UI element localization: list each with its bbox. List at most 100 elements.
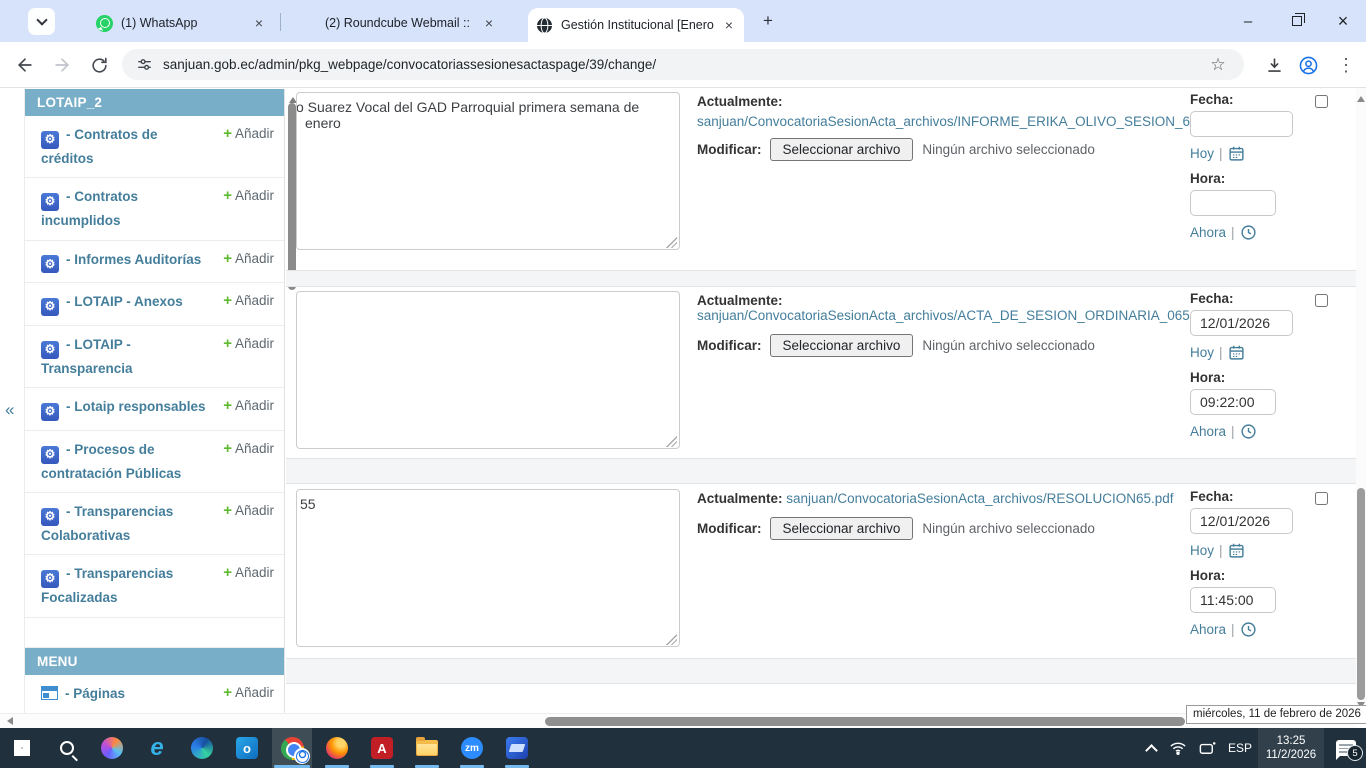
- hoy-link[interactable]: Hoy: [1190, 345, 1214, 360]
- current-file-link[interactable]: sanjuan/ConvocatoriaSesionActa_archivos/…: [697, 308, 1212, 323]
- description-textarea[interactable]: 55: [296, 489, 680, 647]
- calendar-icon[interactable]: [1228, 145, 1245, 162]
- reload-button[interactable]: [87, 53, 111, 77]
- sidebar-item-lotaip-transparencia[interactable]: ⚙- LOTAIP - Transparencia +Añadir: [25, 326, 284, 388]
- add-link[interactable]: +Añadir: [223, 125, 274, 142]
- clock-icon[interactable]: [1240, 423, 1257, 440]
- horizontal-scrollbar[interactable]: [0, 713, 1356, 728]
- taskbar-ie-button[interactable]: e: [137, 728, 177, 768]
- restore-button[interactable]: [1274, 0, 1320, 42]
- row-checkbox[interactable]: [1315, 492, 1328, 505]
- hora-input[interactable]: [1190, 587, 1276, 613]
- add-link[interactable]: +Añadir: [223, 335, 274, 352]
- taskbar-zoom-button[interactable]: zm: [452, 728, 492, 768]
- current-file-link[interactable]: sanjuan/ConvocatoriaSesionActa_archivos/…: [697, 114, 1220, 129]
- sidebar-collapse-toggle[interactable]: «: [5, 400, 14, 420]
- sidebar-item-contratos-incumplidos[interactable]: ⚙- Contratos incumplidos +Añadir: [25, 178, 284, 240]
- back-button[interactable]: [13, 53, 37, 77]
- tray-capture-button[interactable]: [1192, 728, 1222, 768]
- url-text[interactable]: sanjuan.gob.ec/admin/pkg_webpage/convoca…: [163, 57, 656, 72]
- tab-search-button[interactable]: [28, 8, 55, 35]
- add-link[interactable]: +Añadir: [223, 684, 274, 701]
- sidebar-item-lotaip-responsables[interactable]: ⚙- Lotaip responsables +Añadir: [25, 388, 284, 431]
- downloads-icon[interactable]: [1262, 53, 1286, 77]
- file-select-button[interactable]: Seleccionar archivo: [770, 517, 914, 540]
- fecha-input[interactable]: [1190, 111, 1293, 137]
- calendar-icon[interactable]: [1228, 344, 1245, 361]
- add-link[interactable]: +Añadir: [223, 250, 274, 267]
- ahora-link[interactable]: Ahora: [1190, 622, 1226, 637]
- close-tab-icon[interactable]: ×: [722, 17, 736, 33]
- horizontal-scrollbar-thumb[interactable]: [545, 717, 1185, 726]
- browser-menu-icon[interactable]: ⋮: [1334, 53, 1358, 77]
- add-link[interactable]: +Añadir: [223, 187, 274, 204]
- taskbar-scanner-button[interactable]: [497, 728, 537, 768]
- add-link[interactable]: +Añadir: [223, 440, 274, 457]
- taskbar-outlook-button[interactable]: o: [227, 728, 267, 768]
- add-link[interactable]: +Añadir: [223, 564, 274, 581]
- sidebar-item-transparencias-colaborativas[interactable]: ⚙- Transparencias Colaborativas +Añadir: [25, 493, 284, 555]
- scroll-left-arrow[interactable]: [3, 717, 13, 725]
- clock-icon[interactable]: [1240, 224, 1257, 241]
- tray-hidden-icons-button[interactable]: [1138, 728, 1164, 768]
- taskbar-chrome-button[interactable]: [272, 728, 312, 768]
- forward-button[interactable]: [50, 53, 74, 77]
- hoy-link[interactable]: Hoy: [1190, 543, 1214, 558]
- taskbar-search-button[interactable]: [47, 728, 87, 768]
- taskbar-copilot-button[interactable]: [92, 728, 132, 768]
- vertical-scrollbar[interactable]: [1356, 88, 1366, 713]
- minimize-button[interactable]: –: [1225, 0, 1271, 42]
- close-tab-icon[interactable]: ×: [252, 15, 266, 31]
- vertical-scrollbar-thumb[interactable]: [1357, 488, 1365, 700]
- sidebar-item-lotaip-anexos[interactable]: ⚙- LOTAIP - Anexos +Añadir: [25, 283, 284, 326]
- profile-avatar-icon[interactable]: [1296, 53, 1320, 77]
- file-select-button[interactable]: Seleccionar archivo: [770, 138, 914, 161]
- taskbar-acrobat-button[interactable]: A: [362, 728, 402, 768]
- address-bar[interactable]: sanjuan.gob.ec/admin/pkg_webpage/convoca…: [122, 49, 1244, 80]
- new-tab-button[interactable]: +: [758, 11, 778, 31]
- fecha-input[interactable]: [1190, 508, 1293, 534]
- sidebar-item-paginas[interactable]: - Páginas +Añadir: [25, 675, 284, 715]
- current-file-link[interactable]: sanjuan/ConvocatoriaSesionActa_archivos/…: [786, 491, 1173, 506]
- sidebar-item-transparencias-focalizadas[interactable]: ⚙- Transparencias Focalizadas +Añadir: [25, 555, 284, 617]
- sidebar-item-procesos-contratacion[interactable]: ⚙- Procesos de contratación Públicas +Añ…: [25, 431, 284, 493]
- tab-gestion-institucional[interactable]: Gestión Institucional [Enero-20 ×: [528, 8, 744, 42]
- start-button[interactable]: [2, 728, 42, 768]
- tab-roundcube[interactable]: (2) Roundcube Webmail :: Entra ×: [292, 8, 504, 38]
- taskbar-edge-button[interactable]: [182, 728, 222, 768]
- add-link[interactable]: +Añadir: [223, 502, 274, 519]
- row-checkbox[interactable]: [1315, 95, 1328, 108]
- tray-language-button[interactable]: ESP: [1222, 728, 1258, 768]
- ahora-link[interactable]: Ahora: [1190, 424, 1226, 439]
- ahora-link[interactable]: Ahora: [1190, 225, 1226, 240]
- close-window-button[interactable]: ×: [1320, 0, 1366, 42]
- calendar-icon[interactable]: [1228, 542, 1245, 559]
- tab-whatsapp[interactable]: (1) WhatsApp ×: [88, 8, 274, 38]
- tray-wifi-button[interactable]: [1164, 728, 1192, 768]
- close-tab-icon[interactable]: ×: [482, 15, 496, 31]
- textarea-resize-grip[interactable]: [666, 237, 677, 248]
- textarea-resize-grip[interactable]: [666, 634, 677, 645]
- tray-notifications-button[interactable]: 5: [1326, 728, 1366, 768]
- row-checkbox[interactable]: [1315, 294, 1328, 307]
- bookmark-star-icon[interactable]: ☆: [1206, 53, 1230, 77]
- sidebar-item-informes-auditorias[interactable]: ⚙- Informes Auditorías +Añadir: [25, 241, 284, 284]
- taskbar-firefox-button[interactable]: [317, 728, 357, 768]
- hora-input[interactable]: [1190, 190, 1276, 216]
- description-textarea[interactable]: o Suarez Vocal del GAD Parroquial primer…: [296, 92, 680, 250]
- file-select-button[interactable]: Seleccionar archivo: [770, 334, 914, 357]
- description-textarea[interactable]: [296, 291, 680, 449]
- hoy-link[interactable]: Hoy: [1190, 146, 1214, 161]
- add-link[interactable]: +Añadir: [223, 292, 274, 309]
- taskbar-explorer-button[interactable]: [407, 728, 447, 768]
- sidebar-scrollbar-thumb[interactable]: [288, 103, 296, 290]
- fecha-input[interactable]: [1190, 310, 1293, 336]
- clock-icon[interactable]: [1240, 621, 1257, 638]
- textarea-resize-grip[interactable]: [666, 436, 677, 447]
- scroll-up-arrow[interactable]: [1357, 92, 1365, 102]
- site-settings-icon[interactable]: [136, 56, 153, 73]
- hora-input[interactable]: [1190, 389, 1276, 415]
- tray-clock[interactable]: 13:25 11/2/2026: [1258, 728, 1324, 768]
- add-link[interactable]: +Añadir: [223, 397, 274, 414]
- sidebar-item-contratos-creditos[interactable]: ⚙- Contratos de créditos +Añadir: [25, 116, 284, 178]
